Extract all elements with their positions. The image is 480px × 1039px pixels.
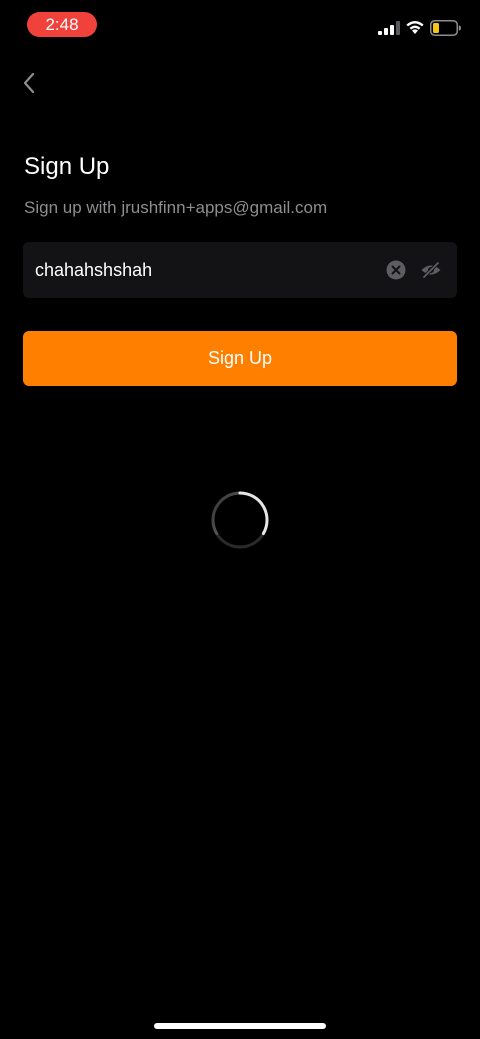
password-field [23,242,457,298]
home-indicator[interactable] [154,1023,326,1029]
chevron-left-icon [23,72,35,94]
cellular-signal-icon [378,21,400,35]
battery-low-icon [430,20,461,36]
status-time: 2:48 [27,12,97,37]
signup-button[interactable]: Sign Up [23,331,457,386]
signup-subtitle: Sign up with jrushfinn+apps@gmail.com [24,198,328,217]
status-bar: 2:48 [0,0,480,50]
loading-spinner-icon [211,491,269,549]
password-input[interactable] [35,242,365,298]
clear-circle-icon[interactable] [386,260,406,280]
eye-off-icon[interactable] [420,260,442,280]
page-title: Sign Up [24,153,110,180]
wifi-icon [406,21,424,34]
back-button[interactable] [12,66,46,100]
